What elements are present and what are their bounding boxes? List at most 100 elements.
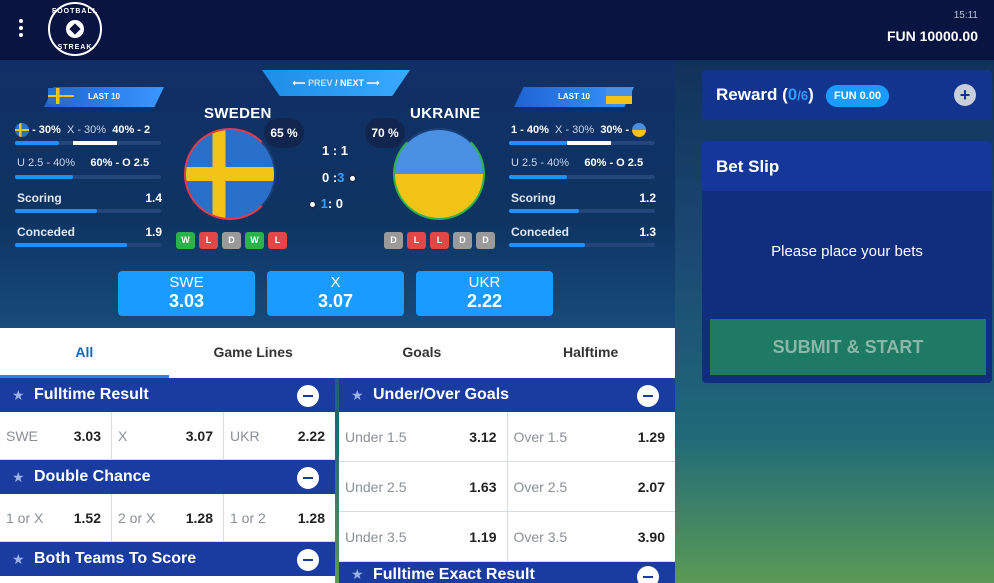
markets-right-column: ★ Under/Over Goals Under 1.5 3.12 Over 1.… (339, 378, 675, 583)
away-conceded-bar (509, 243, 655, 247)
away-conceded-value: 1.3 (639, 225, 656, 239)
odd-label: UKR (468, 274, 501, 291)
odd-value: 1.29 (637, 428, 665, 445)
away-loss-pct: 30% - (600, 123, 630, 136)
tab-all[interactable]: All (0, 328, 169, 378)
form-badge: D (476, 232, 495, 249)
market-title: Fulltime Exact Result (373, 566, 535, 583)
star-icon[interactable]: ★ (12, 387, 34, 404)
odd-button-draw[interactable]: X 3.07 (267, 271, 404, 316)
star-icon[interactable]: ★ (351, 566, 373, 583)
expand-plus-icon[interactable]: + (954, 84, 976, 106)
odd-cell[interactable]: Under 2.5 1.63 (339, 462, 508, 511)
next-link[interactable]: NEXT (340, 78, 364, 88)
odd-cell[interactable]: 1 or X 1.52 (0, 494, 112, 541)
odd-cell[interactable]: 2 or X 1.28 (112, 494, 224, 541)
odd-value: 2.22 (297, 427, 325, 444)
form-badge: D (384, 232, 403, 249)
h2h-score-3: 1: 0 (308, 196, 343, 211)
home-uo-line: U 2.5 - 40% 60% - O 2.5 (17, 157, 149, 169)
market-header-fulltime-result[interactable]: ★ Fulltime Result (0, 378, 335, 412)
soccer-ball-icon (348, 174, 358, 184)
odd-label: SWE (6, 427, 38, 444)
menu-icon[interactable] (14, 16, 28, 42)
submit-start-button[interactable]: SUBMIT & START (710, 319, 986, 375)
reward-fun-chip: FUN 0.00 (826, 85, 890, 107)
away-scoring-value: 1.2 (639, 191, 656, 205)
h2h-score-2: 0 :3 (322, 170, 358, 185)
market-title: Double Chance (34, 468, 151, 485)
away-uo-line: U 2.5 - 40% 60% - O 2.5 (511, 157, 643, 169)
odd-label: 2 or X (118, 509, 156, 526)
arrow-left-icon[interactable]: ⟵ (293, 78, 306, 88)
star-icon[interactable]: ★ (12, 469, 34, 486)
tab-game-lines[interactable]: Game Lines (169, 328, 338, 378)
odd-button-home[interactable]: SWE 3.03 (118, 271, 255, 316)
home-win-pct: - 30% (32, 123, 61, 136)
odd-label: Under 3.5 (345, 528, 407, 545)
odd-cell[interactable]: SWE 3.03 (0, 412, 112, 459)
collapse-icon[interactable] (297, 385, 319, 407)
form-badge: D (453, 232, 472, 249)
away-under: U 2.5 - 40% (511, 157, 570, 169)
odd-label: X (118, 427, 128, 444)
bet-slip-title: Bet Slip (702, 141, 992, 191)
reward-count: 0 (787, 85, 798, 104)
odd-label: SWE (169, 274, 204, 291)
star-icon[interactable]: ★ (12, 551, 34, 568)
away-team-name: UKRAINE (410, 105, 481, 122)
away-1x2-line: 1 - 40% X - 30% 30% - (511, 123, 647, 137)
market-row: 1 or X 1.52 2 or X 1.28 1 or 2 1.28 (0, 494, 335, 542)
odd-cell[interactable]: X 3.07 (112, 412, 224, 459)
top-bar: FOOTBALL STREAK 15:11 FUN 10000.00 (0, 0, 994, 60)
score-part: 3 (337, 170, 345, 185)
market-header-exact-result[interactable]: ★ Fulltime Exact Result (339, 562, 675, 583)
form-badge: L (268, 232, 287, 249)
prev-next-nav[interactable]: ⟵ PREV / NEXT ⟶ (262, 70, 410, 96)
reward-close-paren: ) (808, 85, 814, 104)
star-icon[interactable]: ★ (351, 387, 373, 404)
ukraine-flag-icon (395, 130, 483, 218)
collapse-icon[interactable] (637, 385, 659, 407)
odd-label: Under 2.5 (345, 478, 407, 495)
away-win-percent: 70 % (365, 118, 405, 148)
home-conceded-value: 1.9 (145, 225, 162, 239)
collapse-icon[interactable] (637, 566, 659, 583)
home-scoring-value: 1.4 (145, 191, 162, 205)
market-header-double-chance[interactable]: ★ Double Chance (0, 460, 335, 494)
market-header-btts[interactable]: ★ Both Teams To Score (0, 542, 335, 576)
collapse-icon[interactable] (297, 467, 319, 489)
market-header-under-over[interactable]: ★ Under/Over Goals (339, 378, 675, 412)
market-row: Under 2.5 1.63 Over 2.5 2.07 (339, 462, 675, 512)
market-title: Under/Over Goals (373, 386, 510, 403)
arrow-right-icon[interactable]: ⟶ (367, 78, 380, 88)
odd-label: Over 3.5 (513, 528, 568, 545)
collapse-icon[interactable] (297, 549, 319, 571)
prev-link[interactable]: PREV (308, 78, 333, 88)
football-streak-logo[interactable]: FOOTBALL STREAK (48, 2, 102, 56)
odd-cell[interactable]: Over 3.5 3.90 (508, 512, 676, 561)
home-scoring-label: Scoring (17, 191, 62, 205)
away-1x2-bar (509, 141, 655, 145)
odd-value: 3.03 (73, 427, 101, 444)
soccer-ball-icon (308, 200, 317, 210)
odd-button-away[interactable]: UKR 2.22 (416, 271, 553, 316)
tab-goals[interactable]: Goals (338, 328, 507, 378)
odd-cell[interactable]: Over 1.5 1.29 (508, 412, 676, 461)
away-draw-pct: X - 30% (555, 123, 595, 136)
odd-value: 3.07 (317, 291, 354, 311)
home-conceded-label: Conceded (17, 225, 76, 239)
odd-cell[interactable]: 1 or 2 1.28 (224, 494, 335, 541)
odd-label: 1 or 2 (230, 509, 266, 526)
odd-cell[interactable]: Under 3.5 1.19 (339, 512, 508, 561)
balance: FUN 10000.00 (886, 28, 978, 44)
tab-halftime[interactable]: Halftime (506, 328, 675, 378)
h2h-score-1: 1 : 1 (322, 143, 349, 158)
away-win-pct: 1 - 40% (511, 123, 549, 136)
odd-cell[interactable]: UKR 2.22 (224, 412, 335, 459)
odd-cell[interactable]: Over 2.5 2.07 (508, 462, 676, 511)
odd-cell[interactable]: Under 1.5 3.12 (339, 412, 508, 461)
market-tabs: All Game Lines Goals Halftime (0, 328, 675, 378)
form-badge: W (176, 232, 195, 249)
reward-panel[interactable]: Reward (0/6) FUN 0.00 + (702, 70, 992, 120)
